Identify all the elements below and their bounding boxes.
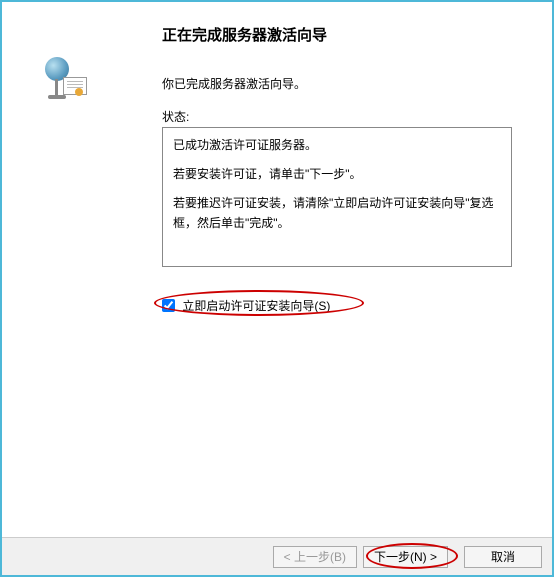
status-line: 已成功激活许可证服务器。 bbox=[173, 136, 501, 155]
button-bar: < 上一步(B) 下一步(N) > 取消 bbox=[2, 537, 552, 575]
status-line: 若要推迟许可证安装，请清除"立即启动许可证安装向导"复选框，然后单击"完成"。 bbox=[173, 194, 501, 232]
icon-column bbox=[2, 2, 162, 537]
status-textbox: 已成功激活许可证服务器。 若要安装许可证，请单击"下一步"。 若要推迟许可证安装… bbox=[162, 127, 512, 267]
wizard-title: 正在完成服务器激活向导 bbox=[162, 24, 532, 45]
start-install-wizard-checkbox-row: 立即启动许可证安装向导(S) bbox=[162, 297, 330, 314]
back-button: < 上一步(B) bbox=[273, 546, 357, 568]
status-line: 若要安装许可证，请单击"下一步"。 bbox=[173, 165, 501, 184]
content-area: 正在完成服务器激活向导 你已完成服务器激活向导。 状态: 已成功激活许可证服务器… bbox=[2, 2, 552, 537]
status-label: 状态: bbox=[162, 108, 532, 125]
server-certificate-icon bbox=[37, 57, 87, 107]
main-column: 正在完成服务器激活向导 你已完成服务器激活向导。 状态: 已成功激活许可证服务器… bbox=[162, 2, 552, 537]
start-install-wizard-checkbox[interactable] bbox=[162, 299, 175, 312]
cancel-button[interactable]: 取消 bbox=[464, 546, 542, 568]
wizard-window: 正在完成服务器激活向导 你已完成服务器激活向导。 状态: 已成功激活许可证服务器… bbox=[2, 2, 552, 575]
next-button[interactable]: 下一步(N) > bbox=[363, 546, 448, 568]
wizard-subtitle: 你已完成服务器激活向导。 bbox=[162, 75, 532, 92]
checkbox-label[interactable]: 立即启动许可证安装向导(S) bbox=[182, 299, 330, 313]
